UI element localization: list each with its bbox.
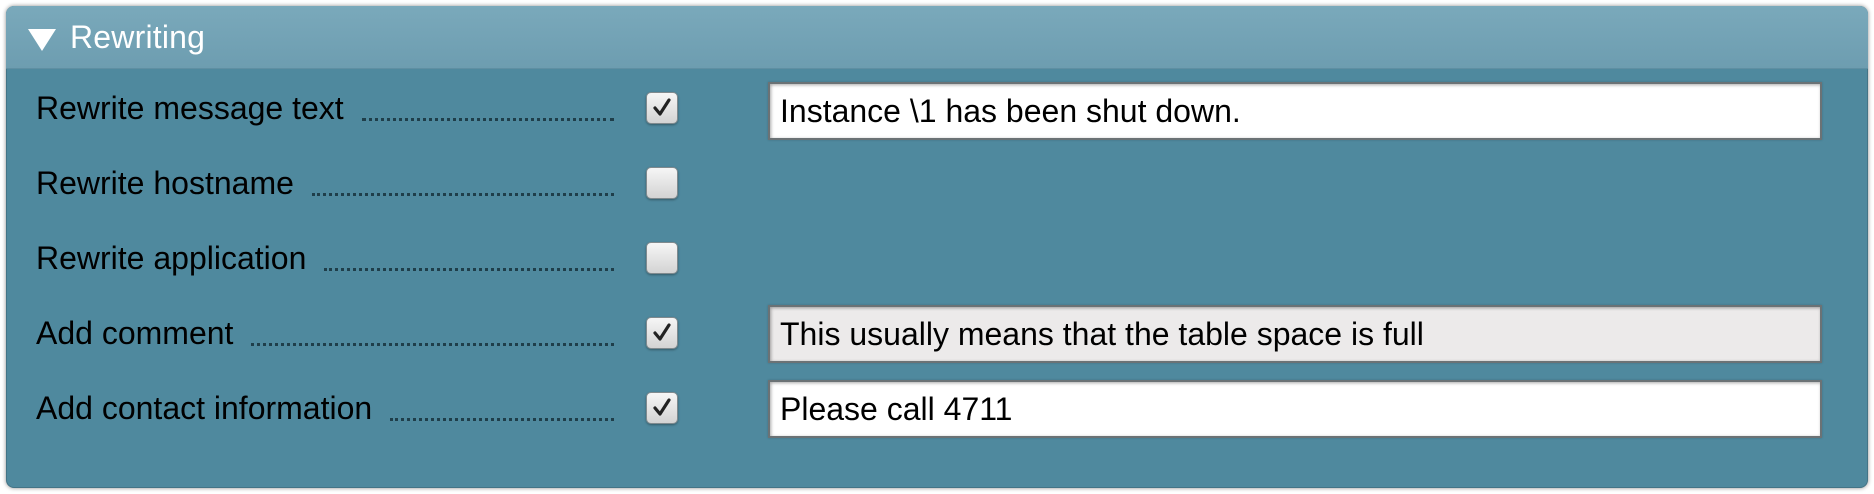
dotted-leader	[311, 192, 614, 196]
row-add-comment: Add comment This usually means that the …	[6, 303, 1868, 363]
row-rewrite-application: Rewrite application	[6, 228, 1868, 288]
row-add-contact-information: Add contact information Please call 4711	[6, 378, 1868, 438]
row-label: Rewrite application	[36, 239, 307, 276]
section-header[interactable]: Rewriting	[6, 6, 1868, 69]
dotted-leader	[251, 342, 614, 346]
message-text-field[interactable]: Instance \1 has been shut down.	[768, 82, 1822, 140]
comment-field[interactable]: This usually means that the table space …	[768, 305, 1822, 363]
triangle-down-icon[interactable]	[28, 29, 56, 51]
rewrite-hostname-checkbox[interactable]	[646, 167, 678, 199]
dotted-leader	[361, 117, 614, 121]
row-label: Rewrite hostname	[36, 164, 294, 201]
add-contact-information-checkbox[interactable]	[646, 392, 678, 424]
checkmark-icon	[653, 398, 671, 416]
dotted-leader	[390, 417, 614, 421]
rewriting-panel: Rewriting Rewrite message text Instance …	[6, 6, 1868, 488]
section-title: Rewriting	[70, 18, 206, 55]
rewrite-message-text-checkbox[interactable]	[646, 92, 678, 124]
checkmark-icon	[653, 323, 671, 341]
row-rewrite-hostname: Rewrite hostname	[6, 153, 1868, 213]
row-rewrite-message-text: Rewrite message text Instance \1 has bee…	[6, 78, 1868, 140]
row-label: Add comment	[36, 314, 234, 351]
contact-information-field[interactable]: Please call 4711	[768, 380, 1822, 438]
dotted-leader	[324, 267, 614, 271]
row-label: Add contact information	[36, 389, 373, 426]
add-comment-checkbox[interactable]	[646, 317, 678, 349]
checkmark-icon	[653, 98, 671, 116]
row-label: Rewrite message text	[36, 89, 344, 126]
rewrite-application-checkbox[interactable]	[646, 242, 678, 274]
